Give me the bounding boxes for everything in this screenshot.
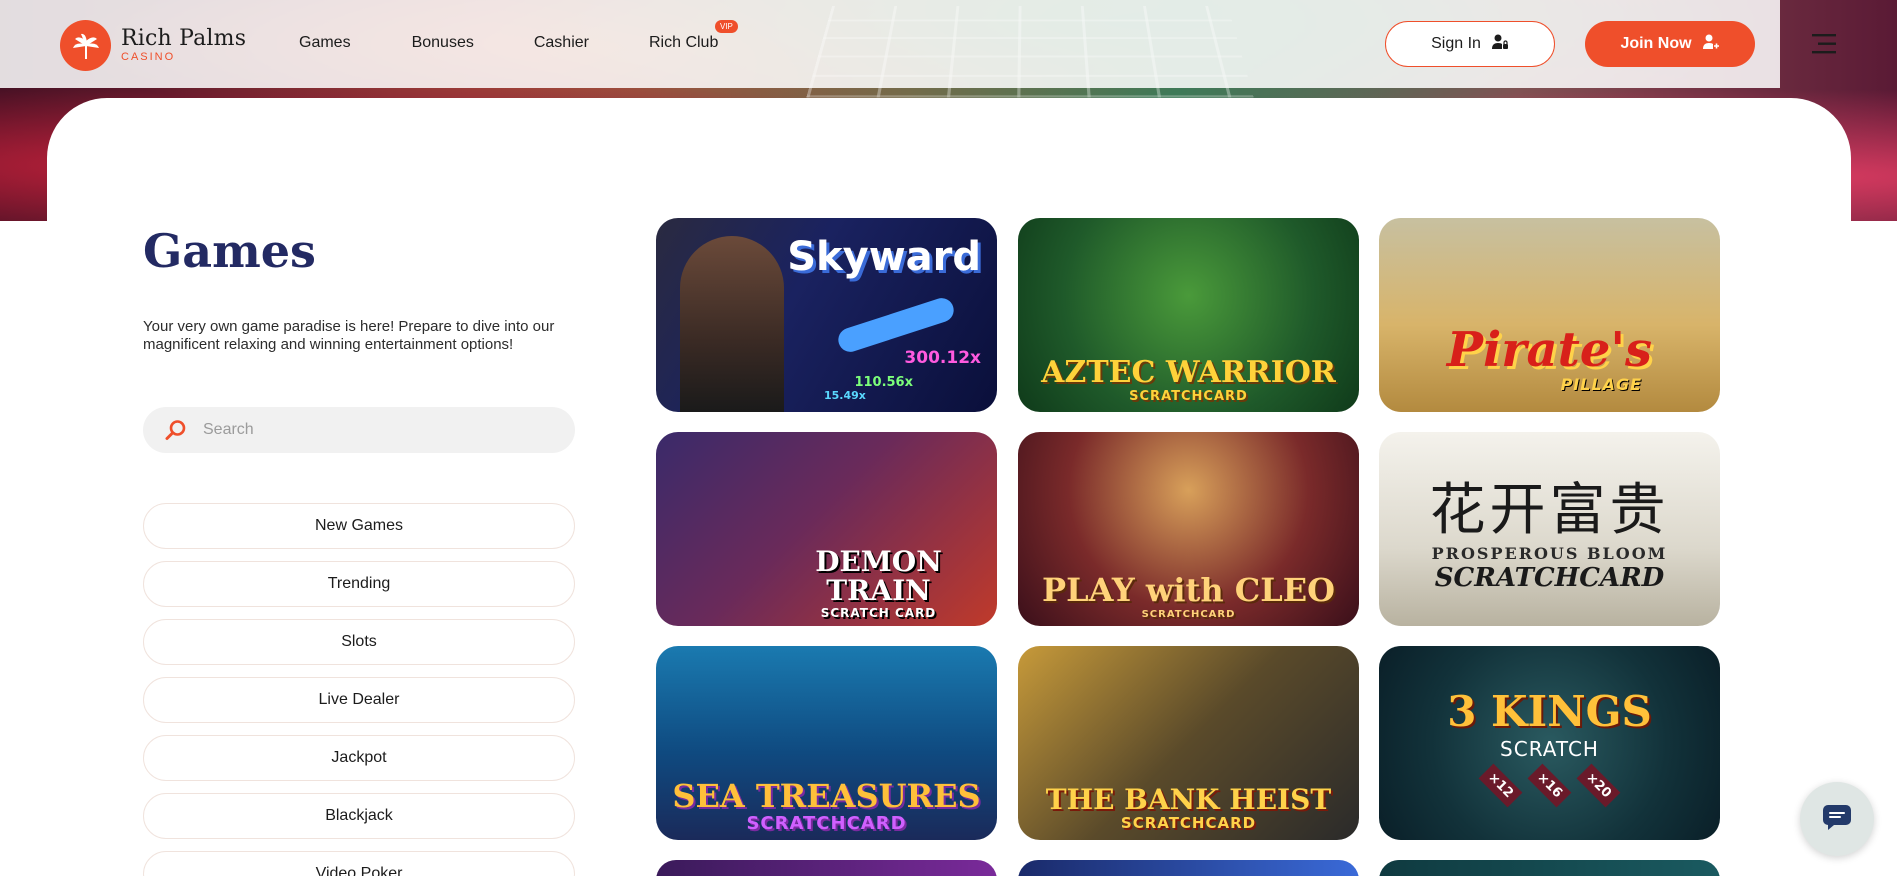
game-title-group: AZTEC WARRIOR SCRATCHCARD: [1041, 357, 1336, 404]
chat-bubble-icon: [1822, 804, 1852, 834]
game-subtitle: SCRATCH: [1500, 736, 1599, 761]
multiplier-chip: ×12: [1478, 763, 1523, 807]
game-subtitle: PILLAGE: [1560, 375, 1643, 395]
game-tile-demon-train[interactable]: DEMON TRAIN SCRATCH CARD: [656, 432, 997, 626]
game-subtitle: SCRATCHCARD: [1120, 814, 1257, 833]
chat-button[interactable]: [1800, 782, 1874, 856]
search-input[interactable]: [203, 421, 563, 439]
game-tile-partial[interactable]: [1018, 860, 1359, 876]
multiplier-chip: ×16: [1527, 763, 1572, 807]
game-title: AZTEC WARRIOR: [1041, 354, 1336, 390]
sign-in-button[interactable]: Sign In: [1385, 21, 1555, 67]
game-tile-skyward[interactable]: Skyward 300.12x 110.56x 15.49x: [656, 218, 997, 412]
game-title: Skyward: [787, 234, 981, 280]
nav-item-cashier[interactable]: Cashier: [534, 34, 589, 52]
join-now-button[interactable]: Join Now: [1585, 21, 1755, 67]
category-list: New Games Trending Slots Live Dealer Jac…: [143, 503, 575, 876]
game-title-group: PROSPEROUS BLOOM SCRATCHCARD: [1432, 546, 1668, 592]
plane-artwork: [835, 295, 957, 355]
game-tile-pirates-pillage[interactable]: Pirate's PILLAGE: [1379, 218, 1720, 412]
game-tile-partial[interactable]: [656, 860, 997, 876]
game-title: THE BANK HEIST: [1045, 782, 1332, 816]
hamburger-menu-icon[interactable]: [1812, 33, 1836, 55]
game-title: 3 KINGS: [1447, 687, 1652, 737]
user-lock-icon: [1491, 33, 1509, 56]
multiplier-label: 300.12x: [904, 348, 981, 368]
game-subtitle: SCRATCHCARD: [1141, 608, 1236, 620]
game-title-group: Pirate's PILLAGE: [1447, 325, 1652, 394]
multiplier-label: 110.56x: [854, 375, 913, 390]
game-title-group: THE BANK HEIST SCRATCHCARD: [1046, 785, 1331, 832]
game-subtitle: SCRATCHCARD: [1434, 563, 1665, 594]
category-new-games[interactable]: New Games: [143, 503, 575, 549]
page-description: Your very own game paradise is here! Pre…: [143, 318, 555, 353]
main-nav: Games Bonuses Cashier Rich Club VIP: [299, 20, 738, 52]
game-chinese-title: 花开富贵: [1429, 478, 1670, 544]
category-video-poker[interactable]: Video Poker: [143, 851, 575, 876]
game-title: PROSPEROUS BLOOM: [1431, 544, 1668, 564]
game-tile-prosperous-bloom[interactable]: 花开富贵 PROSPEROUS BLOOM SCRATCHCARD: [1379, 432, 1720, 626]
game-tile-sea-treasures[interactable]: SEA TREASURES SCRATCHCARD: [656, 646, 997, 840]
game-title-group: SEA TREASURES SCRATCHCARD: [672, 776, 981, 835]
search-icon: [165, 419, 187, 441]
multiplier-chip: ×20: [1576, 763, 1621, 807]
category-slots[interactable]: Slots: [143, 619, 575, 665]
nav-item-bonuses[interactable]: Bonuses: [412, 34, 474, 52]
join-now-label: Join Now: [1620, 35, 1692, 52]
multiplier-label: 15.49x: [824, 389, 866, 402]
brand-subtitle: CASINO: [121, 51, 176, 63]
category-blackjack[interactable]: Blackjack: [143, 793, 575, 839]
game-tile-play-with-cleo[interactable]: PLAY with CLEO SCRATCHCARD: [1018, 432, 1359, 626]
site-header: Rich Palms CASINO Games Bonuses Cashier …: [0, 0, 1836, 88]
game-subtitle: SCRATCH CARD: [820, 606, 937, 621]
sign-in-label: Sign In: [1431, 35, 1481, 52]
pilot-artwork: [680, 236, 784, 412]
game-tile-bank-heist[interactable]: THE BANK HEIST SCRATCHCARD: [1018, 646, 1359, 840]
game-title: DEMON TRAIN: [815, 544, 942, 608]
game-tile-aztec-warrior[interactable]: AZTEC WARRIOR SCRATCHCARD: [1018, 218, 1359, 412]
category-jackpot[interactable]: Jackpot: [143, 735, 575, 781]
vip-badge: VIP: [714, 20, 738, 33]
category-live-dealer[interactable]: Live Dealer: [143, 677, 575, 723]
game-title-group: DEMON TRAIN SCRATCH CARD: [760, 544, 997, 621]
category-trending[interactable]: Trending: [143, 561, 575, 607]
page-title: Games: [143, 224, 316, 278]
game-subtitle: SCRATCHCARD: [1129, 389, 1248, 405]
user-plus-icon: [1702, 33, 1720, 56]
nav-item-games[interactable]: Games: [299, 34, 351, 52]
game-title: SEA TREASURES: [672, 776, 981, 815]
palm-logo-icon: [60, 20, 111, 71]
game-tile-3-kings[interactable]: 3 KINGS SCRATCH ×12 ×16 ×20: [1379, 646, 1720, 840]
game-tile-partial[interactable]: [1379, 860, 1720, 876]
search-bar[interactable]: [143, 407, 575, 453]
multiplier-chips: ×12 ×16 ×20: [1478, 763, 1621, 807]
game-title: Pirate's: [1446, 321, 1653, 378]
game-subtitle: SCRATCHCARD: [746, 813, 907, 835]
brand-logo[interactable]: Rich Palms CASINO: [60, 20, 246, 71]
game-title: PLAY with CLEO: [1042, 570, 1335, 609]
game-title-group: PLAY with CLEO SCRATCHCARD: [1042, 570, 1335, 620]
brand-name: Rich Palms: [121, 26, 247, 51]
nav-item-rich-club-label: Rich Club: [648, 34, 719, 51]
nav-item-rich-club[interactable]: Rich Club VIP: [648, 20, 738, 52]
